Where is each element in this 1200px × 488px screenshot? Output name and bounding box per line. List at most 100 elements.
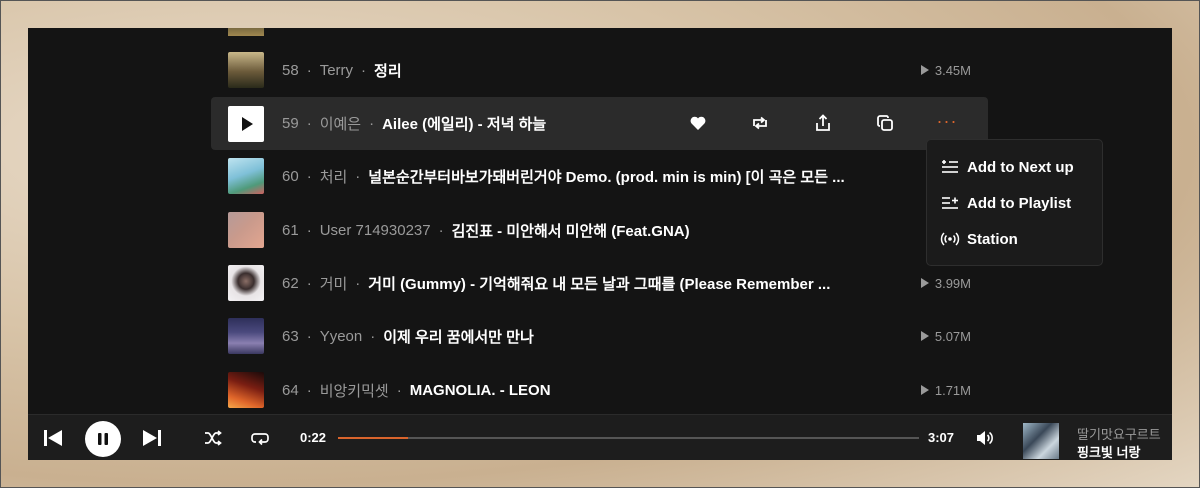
- track-number: 62: [282, 274, 299, 292]
- track-row[interactable]: 62 · 거미 · 거미 (Gummy) - 기억해줘요 내 모든 날과 그때를…: [211, 257, 989, 309]
- play-count: 5.07M: [920, 328, 971, 344]
- track-title[interactable]: 정리: [374, 60, 402, 81]
- track-meta: 59 · 이예은 · Ailee (에일리) - 저녁 하늘: [282, 113, 546, 134]
- separator: ·: [361, 61, 367, 79]
- track-title[interactable]: 널본순간부터바보가돼버린거야 Demo. (prod. min is min) …: [368, 166, 844, 187]
- repeat-button[interactable]: [250, 429, 270, 447]
- separator: ·: [306, 221, 312, 239]
- copy-button[interactable]: [875, 113, 895, 133]
- volume-icon: [977, 431, 993, 445]
- more-button[interactable]: ···: [937, 111, 957, 131]
- track-artist[interactable]: Yyeon: [320, 328, 363, 345]
- separator: ·: [306, 167, 312, 185]
- play-count: 3.99M: [920, 275, 971, 291]
- track-number: 59: [282, 115, 299, 132]
- track-row[interactable]: 60 · 처리 · 널본순간부터바보가돼버린거야 Demo. (prod. mi…: [211, 150, 989, 202]
- separator: ·: [306, 115, 312, 132]
- track-row[interactable]: 58 · Terry · 정리 3.45M: [211, 44, 989, 96]
- play-count-icon: [920, 331, 929, 341]
- now-playing-title[interactable]: 핑크빛 너랑: [1077, 442, 1140, 461]
- track-artist[interactable]: Terry: [320, 62, 353, 79]
- menu-item-add-to-next-up[interactable]: Add to Next up: [927, 150, 1104, 184]
- shuffle-icon: [205, 430, 222, 446]
- repost-icon: [753, 116, 767, 130]
- like-button[interactable]: [688, 113, 708, 133]
- player-bar: 0:22 3:07 딸기맛요구르트 핑크빛 너랑: [28, 414, 1172, 460]
- play-icon: [242, 116, 253, 131]
- track-artist[interactable]: User 714930237: [320, 222, 431, 239]
- track-title[interactable]: Ailee (에일리) - 저녁 하늘: [382, 113, 546, 134]
- track-artwork[interactable]: [228, 265, 264, 301]
- play-count-value: 3.99M: [934, 275, 971, 291]
- track-artist[interactable]: 이예은: [320, 113, 361, 134]
- play-count: 3.45M: [920, 62, 971, 78]
- separator: ·: [355, 274, 361, 292]
- play-count-icon: [920, 278, 929, 288]
- track-number: 63: [282, 327, 299, 345]
- track-meta: 62 · 거미 · 거미 (Gummy) - 기억해줘요 내 모든 날과 그때를…: [282, 273, 830, 294]
- track-row[interactable]: 61 · User 714930237 · 김진표 - 미안해서 미안해 (Fe…: [211, 204, 989, 256]
- menu-item-label: Add to Next up: [967, 158, 1074, 176]
- separator: ·: [438, 221, 444, 239]
- now-playing-artwork[interactable]: [1023, 423, 1059, 459]
- play-count-value: 5.07M: [934, 328, 971, 344]
- track-row[interactable]: 63 · Yyeon · 이제 우리 꿈에서만 만나 5.07M: [211, 310, 989, 362]
- pause-button[interactable]: [85, 421, 121, 457]
- separator: ·: [355, 167, 361, 185]
- track-number: 64: [282, 381, 299, 399]
- elapsed-time: 0:22: [300, 430, 327, 445]
- track-artwork[interactable]: [228, 52, 264, 88]
- track-number: 60: [282, 167, 299, 185]
- total-duration: 3:07: [928, 430, 955, 445]
- track-title[interactable]: 이제 우리 꿈에서만 만나: [383, 326, 534, 347]
- track-play-button[interactable]: [228, 105, 264, 142]
- track-meta: 60 · 처리 · 널본순간부터바보가돼버린거야 Demo. (prod. mi…: [282, 166, 845, 187]
- track-artist[interactable]: 거미: [320, 273, 348, 294]
- station-icon: [940, 229, 960, 249]
- next-icon: [143, 430, 161, 446]
- menu-item-label: Add to Playlist: [967, 194, 1072, 212]
- separator: ·: [306, 381, 312, 399]
- track-meta: 61 · User 714930237 · 김진표 - 미안해서 미안해 (Fe…: [282, 220, 690, 241]
- context-menu: Add to Next up Add to Playlist Station: [926, 139, 1103, 266]
- track-number: 58: [282, 61, 299, 79]
- separator: ·: [306, 327, 312, 345]
- track-artist[interactable]: 처리: [320, 166, 348, 187]
- share-button[interactable]: [813, 113, 833, 133]
- track-meta: 64 · 비앙키믹셋 · MAGNOLIA. - LEON: [282, 380, 551, 401]
- volume-button[interactable]: [975, 429, 995, 447]
- track-artist[interactable]: 비앙키믹셋: [320, 380, 389, 401]
- track-row-hovered[interactable]: 59 · 이예은 · Ailee (에일리) - 저녁 하늘 ···: [211, 97, 988, 150]
- track-title[interactable]: 김진표 - 미안해서 미안해 (Feat.GNA): [452, 220, 690, 241]
- track-meta: 63 · Yyeon · 이제 우리 꿈에서만 만나: [282, 326, 534, 347]
- track-artwork[interactable]: [228, 372, 264, 408]
- next-button[interactable]: [141, 428, 163, 448]
- separator: ·: [396, 381, 402, 399]
- pause-icon: [98, 433, 108, 445]
- track-artwork[interactable]: [228, 158, 264, 194]
- track-row[interactable]: 64 · 비앙키믹셋 · MAGNOLIA. - LEON 1.71M: [211, 364, 989, 414]
- track-artwork[interactable]: [228, 212, 264, 248]
- track-title[interactable]: MAGNOLIA. - LEON: [410, 382, 551, 399]
- previous-button[interactable]: [42, 428, 64, 448]
- heart-icon: [690, 116, 706, 130]
- menu-item-station[interactable]: Station: [927, 222, 1104, 256]
- progress-bar[interactable]: [338, 437, 919, 439]
- add-playlist-icon: [940, 193, 960, 213]
- play-count-icon: [920, 65, 929, 75]
- separator: ·: [306, 274, 312, 292]
- shuffle-button[interactable]: [203, 429, 223, 447]
- track-artwork[interactable]: [228, 318, 264, 354]
- play-count-value: 3.45M: [934, 62, 971, 78]
- play-count: 1.71M: [920, 383, 971, 398]
- copy-icon: [876, 114, 893, 131]
- progress-fill: [338, 437, 408, 439]
- next-up-icon: [940, 157, 960, 177]
- separator: ·: [369, 115, 375, 132]
- repost-button[interactable]: [750, 113, 770, 133]
- partial-thumb-top: [228, 28, 264, 36]
- now-playing-artist[interactable]: 딸기맛요구르트: [1077, 424, 1161, 443]
- track-title[interactable]: 거미 (Gummy) - 기억해줘요 내 모든 날과 그때를 (Please R…: [368, 273, 830, 294]
- more-icon: ···: [936, 110, 958, 131]
- menu-item-add-to-playlist[interactable]: Add to Playlist: [927, 186, 1104, 220]
